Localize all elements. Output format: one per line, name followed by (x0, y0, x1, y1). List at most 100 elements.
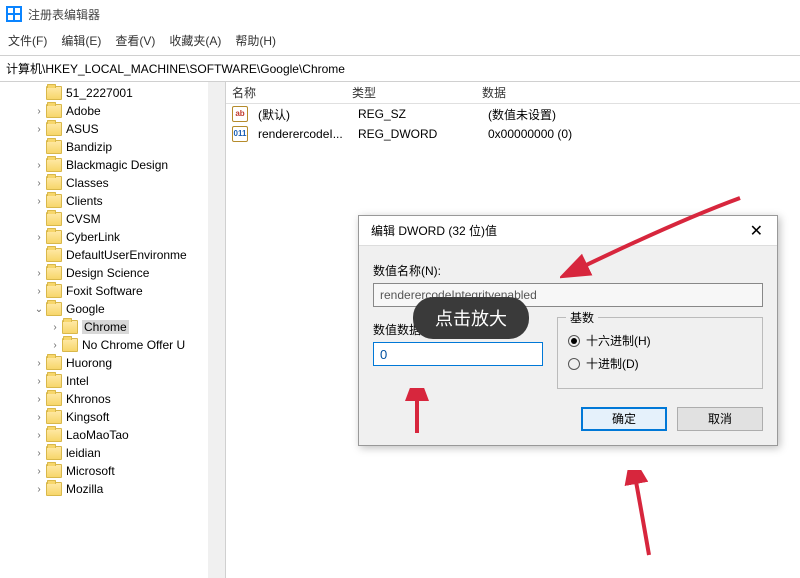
list-row[interactable]: 011renderercodeI...REG_DWORD0x00000000 (… (226, 124, 800, 144)
folder-icon (46, 302, 62, 316)
value-name-input[interactable] (373, 283, 763, 307)
chevron-right-icon[interactable]: › (32, 430, 46, 441)
menu-bar: 文件(F) 编辑(E) 查看(V) 收藏夹(A) 帮助(H) (0, 28, 800, 55)
tree-item-label: Adobe (66, 104, 101, 118)
tree-item[interactable]: ›No Chrome Offer U (0, 336, 225, 354)
tree-item[interactable]: › Blackmagic Design (0, 156, 225, 174)
tree-item[interactable]: › Khronos (0, 390, 225, 408)
cell-name: renderercodeI... (252, 127, 352, 141)
folder-icon (46, 284, 62, 298)
value-data-input[interactable] (373, 342, 543, 366)
menu-view[interactable]: 查看(V) (115, 32, 155, 49)
chevron-right-icon[interactable]: › (32, 466, 46, 477)
menu-favorites[interactable]: 收藏夹(A) (169, 32, 221, 49)
value-name-label: 数值名称(N): (373, 262, 763, 279)
tree-item-label: Mozilla (66, 482, 103, 496)
tree-item[interactable]: › Huorong (0, 354, 225, 372)
tree-item[interactable]: ›CyberLink (0, 228, 225, 246)
folder-icon (46, 482, 62, 496)
tree-item[interactable]: › Clients (0, 192, 225, 210)
col-name[interactable]: 名称 (226, 84, 346, 101)
tree-item-label: Clients (66, 194, 103, 208)
tree-item[interactable]: ›Kingsoft (0, 408, 225, 426)
tree-item-label: Khronos (66, 392, 111, 406)
tree-item-label: Chrome (82, 320, 129, 334)
value-data-label: 数值数据(V): (373, 321, 543, 338)
menu-help[interactable]: 帮助(H) (235, 32, 276, 49)
cell-name: (默认) (252, 106, 352, 123)
tree-item[interactable]: › Mozilla (0, 480, 225, 498)
folder-icon (46, 122, 62, 136)
list-row[interactable]: ab(默认)REG_SZ(数值未设置) (226, 104, 800, 124)
chevron-right-icon[interactable]: › (32, 124, 46, 135)
tree-item-label: Bandizip (66, 140, 112, 154)
folder-icon (46, 410, 62, 424)
tree-item[interactable]: 51_2227001 (0, 84, 225, 102)
chevron-right-icon[interactable]: › (32, 178, 46, 189)
tree-item[interactable]: ›Intel (0, 372, 225, 390)
tree-item-label: Classes (66, 176, 109, 190)
chevron-right-icon[interactable]: › (32, 286, 46, 297)
radio-dec-label: 十进制(D) (586, 355, 639, 372)
tree-item[interactable]: › Adobe (0, 102, 225, 120)
tree-item[interactable]: › Chrome (0, 318, 225, 336)
radio-hex[interactable]: 十六进制(H) (568, 332, 752, 349)
dialog-titlebar: 编辑 DWORD (32 位)值 ✕ (359, 216, 777, 246)
chevron-right-icon[interactable]: › (32, 448, 46, 459)
chevron-right-icon[interactable]: › (32, 106, 46, 117)
cancel-button[interactable]: 取消 (677, 407, 763, 431)
address-bar[interactable]: 计算机\HKEY_LOCAL_MACHINE\SOFTWARE\Google\C… (0, 55, 800, 82)
folder-icon (46, 230, 62, 244)
chevron-right-icon[interactable]: › (32, 394, 46, 405)
radio-hex-icon (568, 335, 580, 347)
tree-item-label: 51_2227001 (66, 86, 133, 100)
tree-item[interactable]: DefaultUserEnvironme (0, 246, 225, 264)
tree-item[interactable]: › Microsoft (0, 462, 225, 480)
cell-type: REG_DWORD (352, 127, 482, 141)
chevron-right-icon[interactable]: › (32, 484, 46, 495)
tree-item-label: Foxit Software (66, 284, 143, 298)
tree-pane[interactable]: 51_2227001 › Adobe › ASUS Bandizip › Blackmagic… (0, 82, 226, 578)
tree-item-label: Microsoft (66, 464, 115, 478)
col-data[interactable]: 数据 (476, 84, 800, 101)
tree-item[interactable]: ⌄Google (0, 300, 225, 318)
menu-edit[interactable]: 编辑(E) (61, 32, 101, 49)
chevron-right-icon[interactable]: › (48, 340, 62, 351)
chevron-right-icon[interactable]: › (32, 268, 46, 279)
chevron-right-icon[interactable]: › (32, 358, 46, 369)
cell-data: 0x00000000 (0) (482, 127, 800, 141)
tree-item[interactable]: › ASUS (0, 120, 225, 138)
ok-button[interactable]: 确定 (581, 407, 667, 431)
chevron-right-icon[interactable]: › (32, 196, 46, 207)
chevron-right-icon[interactable]: › (32, 376, 46, 387)
dialog-title: 编辑 DWORD (32 位)值 (371, 222, 497, 239)
folder-icon (46, 86, 62, 100)
tree-item[interactable]: Bandizip (0, 138, 225, 156)
tree-item[interactable]: › Classes (0, 174, 225, 192)
folder-icon (46, 104, 62, 118)
chevron-right-icon[interactable]: › (48, 322, 62, 333)
tree-item[interactable]: CVSM (0, 210, 225, 228)
folder-icon (46, 212, 62, 226)
dialog-close-button[interactable]: ✕ (744, 221, 769, 241)
tree-item[interactable]: ›LaoMaoTao (0, 426, 225, 444)
folder-icon (46, 248, 62, 262)
edit-dword-dialog: 编辑 DWORD (32 位)值 ✕ 数值名称(N): 数值数据(V): 基数 … (358, 215, 778, 446)
tree-item-label: DefaultUserEnvironme (66, 248, 187, 262)
tree-item[interactable]: ›leidian (0, 444, 225, 462)
radio-dec[interactable]: 十进制(D) (568, 355, 752, 372)
col-type[interactable]: 类型 (346, 84, 476, 101)
tree-item-label: ASUS (66, 122, 99, 136)
tree-item[interactable]: › Foxit Software (0, 282, 225, 300)
chevron-right-icon[interactable]: › (32, 412, 46, 423)
radio-hex-label: 十六进制(H) (586, 332, 651, 349)
chevron-down-icon[interactable]: ⌄ (32, 304, 46, 315)
tree-item-label: Blackmagic Design (66, 158, 168, 172)
tree-item-label: Huorong (66, 356, 112, 370)
tree-item[interactable]: ›Design Science (0, 264, 225, 282)
chevron-right-icon[interactable]: › (32, 232, 46, 243)
menu-file[interactable]: 文件(F) (8, 32, 47, 49)
radix-legend: 基数 (566, 309, 598, 326)
chevron-right-icon[interactable]: › (32, 160, 46, 171)
folder-icon (46, 176, 62, 190)
